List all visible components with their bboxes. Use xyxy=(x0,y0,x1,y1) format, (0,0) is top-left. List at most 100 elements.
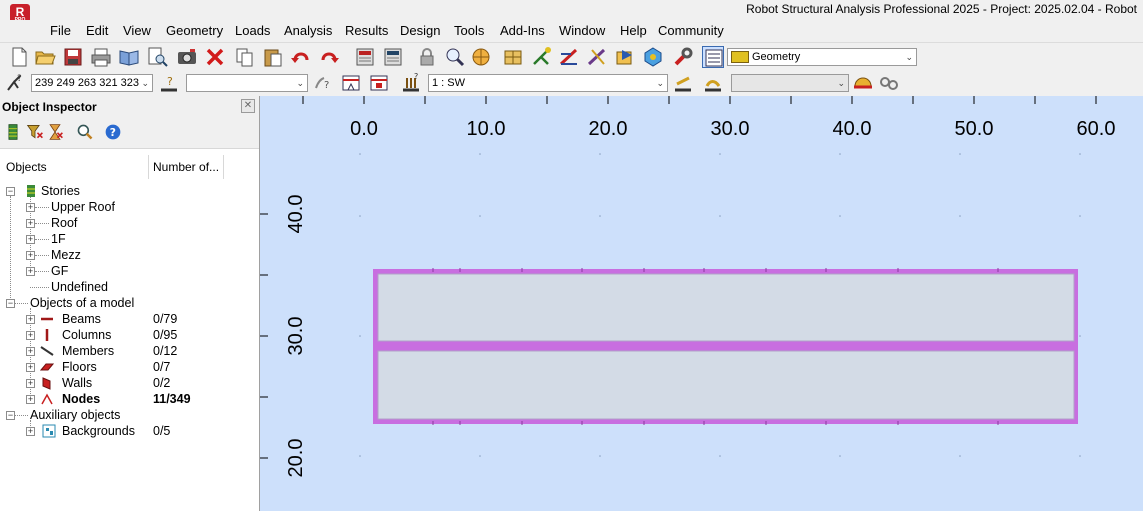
tree-node-beams[interactable]: + Beams 0/79 xyxy=(0,311,259,327)
tree-node-nodes[interactable]: + Nodes 11/349 xyxy=(0,391,259,407)
load-display-icon[interactable] xyxy=(672,72,694,94)
stories-icon[interactable] xyxy=(4,123,22,141)
tree-node-story[interactable]: + GF xyxy=(0,263,259,279)
tree-node-floors[interactable]: + Floors 0/7 xyxy=(0,359,259,375)
paste-icon[interactable] xyxy=(262,46,284,68)
copy-icon[interactable] xyxy=(234,46,256,68)
expand-icon[interactable]: + xyxy=(26,395,35,404)
expand-icon[interactable]: + xyxy=(26,363,35,372)
search-icon[interactable] xyxy=(76,123,94,141)
column-divider[interactable] xyxy=(223,155,224,179)
bar-selection-icon[interactable]: ? xyxy=(158,72,180,94)
lock-icon[interactable] xyxy=(416,46,438,68)
design-icon[interactable] xyxy=(586,46,608,68)
undo-icon[interactable] xyxy=(290,46,312,68)
help-icon[interactable]: ? xyxy=(104,123,122,141)
print-icon[interactable] xyxy=(90,46,112,68)
zoom-icon[interactable] xyxy=(444,46,466,68)
tree-node-auxiliary-objects[interactable]: − Auxiliary objects xyxy=(0,407,259,423)
collapse-icon[interactable]: − xyxy=(6,187,15,196)
section-icon[interactable] xyxy=(642,46,664,68)
menu-loads[interactable]: Loads xyxy=(235,23,270,39)
tree-node-story[interactable]: Undefined xyxy=(0,279,259,295)
expand-icon[interactable]: + xyxy=(26,379,35,388)
menu-file[interactable]: File xyxy=(50,23,71,39)
tree-node-story[interactable]: + Roof xyxy=(0,215,259,231)
open-folder-icon[interactable] xyxy=(34,46,56,68)
floor-slabs[interactable] xyxy=(373,268,1078,425)
expand-icon[interactable]: + xyxy=(26,235,35,244)
menu-help[interactable]: Help xyxy=(620,23,647,39)
close-icon[interactable]: ✕ xyxy=(241,99,255,113)
expand-icon[interactable]: + xyxy=(26,331,35,340)
tree-node-stories[interactable]: − Stories xyxy=(0,183,259,199)
delete-icon[interactable] xyxy=(204,46,226,68)
expand-icon[interactable]: + xyxy=(26,203,35,212)
slab-upper[interactable] xyxy=(377,273,1075,342)
collapse-icon[interactable]: − xyxy=(6,299,15,308)
redo-icon[interactable] xyxy=(318,46,340,68)
column-header-objects[interactable]: Objects xyxy=(6,160,47,174)
expand-icon[interactable]: + xyxy=(26,427,35,436)
tree-node-story[interactable]: + Upper Roof xyxy=(0,199,259,215)
menu-edit[interactable]: Edit xyxy=(86,23,108,39)
tree-node-walls[interactable]: + Walls 0/2 xyxy=(0,375,259,391)
object-selection-input[interactable]: ⌄ xyxy=(186,74,308,92)
calc-notes-icon[interactable] xyxy=(558,46,580,68)
expand-icon[interactable]: + xyxy=(26,267,35,276)
tree-node-members[interactable]: + Members 0/12 xyxy=(0,343,259,359)
slab-lower[interactable] xyxy=(377,350,1075,420)
load-case-icon[interactable]: ? xyxy=(400,72,422,94)
display-settings-icon[interactable] xyxy=(368,72,390,94)
zoom-globe-icon[interactable] xyxy=(470,46,492,68)
column-divider[interactable] xyxy=(148,155,149,179)
menu-design[interactable]: Design xyxy=(400,23,440,39)
link-icon[interactable] xyxy=(878,72,900,94)
object-properties-icon[interactable]: ? xyxy=(312,72,334,94)
wrench-icon[interactable] xyxy=(672,46,694,68)
menu-add-ins[interactable]: Add-Ins xyxy=(500,23,545,39)
drawing-viewport[interactable]: 0.0 10.0 20.0 30.0 40.0 50.0 60.0 40.0 3… xyxy=(260,96,1143,511)
node-selection-icon[interactable]: ? xyxy=(4,72,26,94)
menu-window[interactable]: Window xyxy=(559,23,605,39)
expand-icon[interactable]: + xyxy=(26,251,35,260)
load-query-icon[interactable] xyxy=(702,72,724,94)
layout-toggle-icon[interactable] xyxy=(702,46,724,68)
screen-capture-icon[interactable] xyxy=(176,46,198,68)
svg-text:?: ? xyxy=(110,126,116,139)
column-header-number[interactable]: Number of... xyxy=(153,160,219,174)
tree-node-model-objects[interactable]: − Objects of a model xyxy=(0,295,259,311)
menu-tools[interactable]: Tools xyxy=(454,23,484,39)
filter-icon[interactable] xyxy=(26,123,44,141)
load-case-dropdown[interactable]: 1 : SW ⌄ xyxy=(428,74,668,92)
calculator-results-icon[interactable] xyxy=(382,46,404,68)
save-icon[interactable] xyxy=(62,46,84,68)
menu-community[interactable]: Community xyxy=(658,23,724,39)
tree-node-story[interactable]: + Mezz xyxy=(0,247,259,263)
menu-results[interactable]: Results xyxy=(345,23,388,39)
structure-plan-view[interactable]: 0.0 10.0 20.0 30.0 40.0 50.0 60.0 40.0 3… xyxy=(260,96,1143,511)
helmet-icon[interactable] xyxy=(852,72,874,94)
menu-view[interactable]: View xyxy=(123,23,151,39)
menu-geometry[interactable]: Geometry xyxy=(166,23,223,39)
calculator-icon[interactable] xyxy=(354,46,376,68)
menu-analysis[interactable]: Analysis xyxy=(284,23,332,39)
expand-icon[interactable]: + xyxy=(26,315,35,324)
tree-label: Walls xyxy=(62,376,93,390)
tables-icon[interactable] xyxy=(614,46,636,68)
book-icon[interactable] xyxy=(118,46,140,68)
expand-icon[interactable]: + xyxy=(26,219,35,228)
collapse-icon[interactable]: − xyxy=(6,411,15,420)
structure-model-icon[interactable] xyxy=(502,46,524,68)
tree-node-columns[interactable]: + Columns 0/95 xyxy=(0,327,259,343)
tree-node-story[interactable]: + 1F xyxy=(0,231,259,247)
hourglass-icon[interactable] xyxy=(46,123,64,141)
display-icon[interactable] xyxy=(340,72,362,94)
new-file-icon[interactable] xyxy=(8,46,30,68)
tree-node-backgrounds[interactable]: + Backgrounds 0/5 xyxy=(0,423,259,439)
layout-selector-dropdown[interactable]: Geometry ⌄ xyxy=(727,48,917,66)
expand-icon[interactable]: + xyxy=(26,347,35,356)
selection-input[interactable]: 239 249 263 321 323 ⌄ xyxy=(31,74,153,92)
print-preview-icon[interactable] xyxy=(146,46,168,68)
branch-icon[interactable] xyxy=(530,46,552,68)
